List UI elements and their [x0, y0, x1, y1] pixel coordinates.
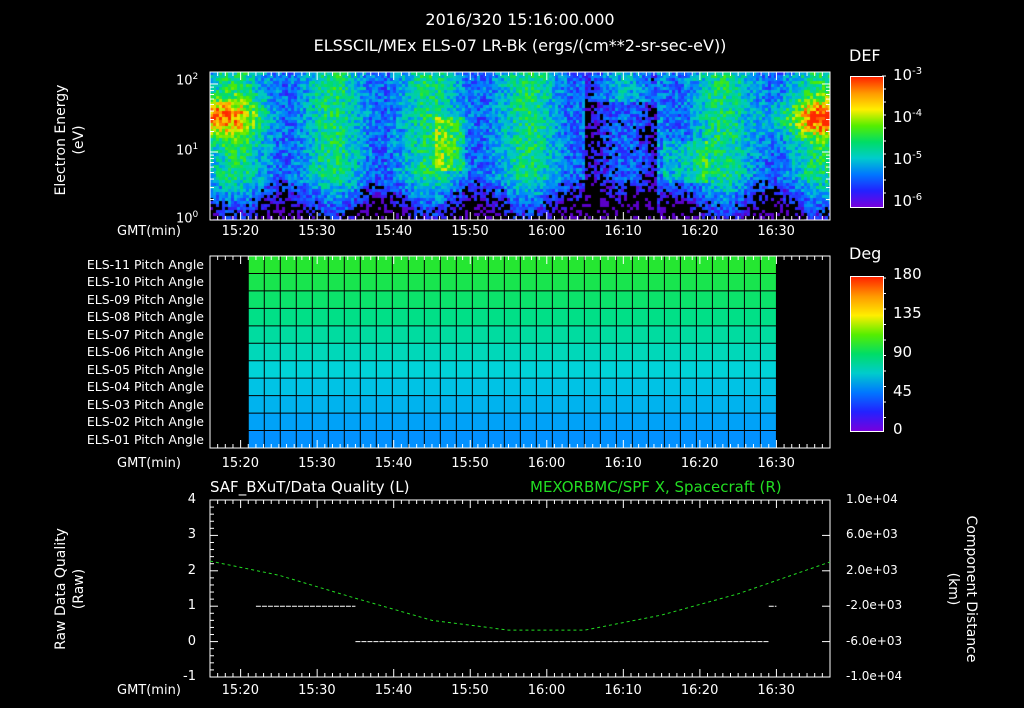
time-tick-label: 15:30: [298, 683, 336, 698]
time-tick-label: 15:20: [221, 683, 260, 698]
time-tick-label: 16:20: [680, 683, 719, 698]
quality-panel-frame: [209, 499, 831, 678]
spacecraft-x-line: [209, 560, 831, 631]
time-tick-label: 15:40: [374, 683, 413, 698]
quality-panel: [209, 499, 831, 678]
time-tick-label: 16:30: [757, 683, 795, 698]
time-tick-label: 15:50: [451, 683, 489, 698]
gmt-label-panel3: GMT(min): [117, 683, 181, 698]
time-tick-label: 16:10: [604, 683, 642, 698]
time-tick-label: 16:00: [527, 683, 566, 698]
